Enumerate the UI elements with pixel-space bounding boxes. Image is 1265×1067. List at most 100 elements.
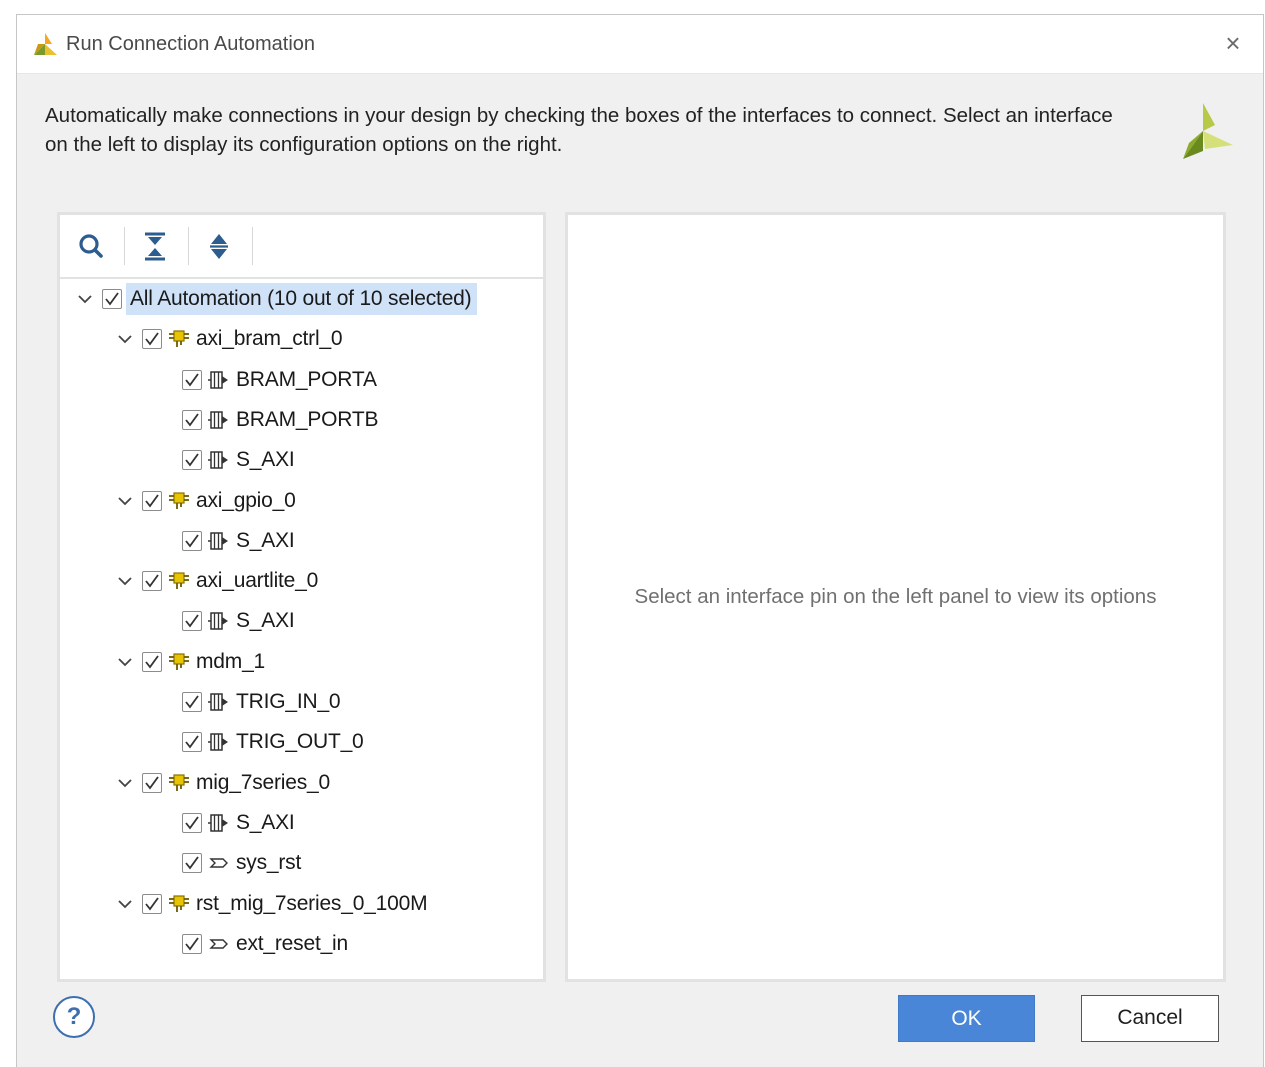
checkbox[interactable] <box>142 571 162 592</box>
tree-node-label: S_AXI <box>236 448 295 472</box>
ip-block-icon <box>169 653 189 670</box>
checkmark-icon <box>185 413 199 427</box>
tree-node-label: rst_mig_7series_0_100M <box>196 891 428 915</box>
tree-interface-node[interactable]: S_AXI <box>182 521 295 561</box>
checkmark-icon <box>185 856 199 870</box>
checkmark-icon <box>145 776 159 790</box>
tree-node-label: BRAM_PORTA <box>236 367 377 391</box>
checkbox[interactable] <box>182 530 202 551</box>
options-hint: Select an interface pin on the left pane… <box>634 585 1157 608</box>
checkmark-icon <box>145 493 159 507</box>
checkbox[interactable] <box>142 772 162 793</box>
tree-node-label: axi_bram_ctrl_0 <box>196 327 343 351</box>
chevron-down-icon[interactable] <box>76 290 94 308</box>
dialog-window: Run Connection Automation × Automaticall… <box>16 14 1264 1067</box>
interface-bus-icon <box>208 612 228 631</box>
chevron-down-icon[interactable] <box>116 572 134 590</box>
ip-block-icon <box>169 572 189 590</box>
checkbox[interactable] <box>182 611 202 632</box>
checkbox[interactable] <box>182 853 202 874</box>
interface-bus-icon <box>208 532 228 550</box>
xilinx-logo-icon <box>1183 103 1233 159</box>
tree-node-label: axi_gpio_0 <box>196 488 296 512</box>
tree-interface-node[interactable]: BRAM_PORTA <box>182 360 377 400</box>
tree-node-label: S_AXI <box>236 810 295 834</box>
checkmark-icon <box>185 735 199 749</box>
checkbox[interactable] <box>182 450 202 471</box>
tree-ip-node[interactable]: mdm_1 <box>116 642 265 682</box>
chevron-down-icon[interactable] <box>116 330 134 348</box>
collapse-all-icon[interactable] <box>138 229 172 263</box>
ok-button[interactable]: OK <box>898 995 1035 1042</box>
chevron-down-icon[interactable] <box>116 492 134 510</box>
tree-interface-node[interactable]: S_AXI <box>182 803 295 843</box>
checkmark-icon <box>145 574 159 588</box>
checkmark-icon <box>185 453 199 467</box>
interface-bus-icon <box>208 451 228 469</box>
interface-bus-icon <box>208 814 228 832</box>
tree-node-label: sys_rst <box>236 851 302 875</box>
checkmark-icon <box>185 816 199 830</box>
tree-node-label: TRIG_IN_0 <box>236 690 341 713</box>
tree-ip-node[interactable]: mig_7series_0 <box>116 763 330 803</box>
help-button[interactable]: ? <box>53 996 95 1038</box>
tree-ip-node[interactable]: axi_gpio_0 <box>116 481 296 521</box>
ip-block-icon <box>169 491 189 509</box>
toolbar-separator <box>124 227 125 265</box>
expand-all-icon[interactable] <box>202 229 236 263</box>
checkmark-icon <box>105 292 119 306</box>
window-title: Run Connection Automation <box>66 33 316 55</box>
automation-tree-panel: All Automation (10 out of 10 selected) a… <box>57 212 546 982</box>
tree-toolbar <box>60 215 543 279</box>
ip-block-icon <box>169 894 189 912</box>
chevron-down-icon[interactable] <box>116 895 134 913</box>
checkbox[interactable] <box>182 692 202 712</box>
checkbox[interactable] <box>182 409 202 430</box>
checkbox[interactable] <box>182 732 202 753</box>
checkbox[interactable] <box>142 651 162 672</box>
tree-node-label: mdm_1 <box>196 649 266 673</box>
ip-block-icon <box>169 330 189 348</box>
tree-interface-node[interactable]: sys_rst <box>182 843 301 883</box>
checkmark-icon <box>145 655 159 669</box>
title-bar[interactable]: Run Connection Automation × <box>17 15 1263 74</box>
tree-ip-node[interactable]: axi_bram_ctrl_0 <box>116 319 343 359</box>
chevron-down-icon[interactable] <box>116 653 134 671</box>
checkbox[interactable] <box>102 289 122 309</box>
toolbar-separator <box>188 227 189 265</box>
checkmark-icon <box>185 373 199 387</box>
cancel-button[interactable]: Cancel <box>1081 995 1219 1042</box>
tree-interface-node[interactable]: S_AXI <box>182 601 295 641</box>
description-text: Automatically make connections in your d… <box>45 104 1113 156</box>
close-button[interactable]: × <box>1217 27 1249 59</box>
tree-interface-node[interactable]: ext_reset_in <box>182 924 348 964</box>
checkmark-icon <box>185 614 199 628</box>
interface-bus-icon <box>208 411 228 429</box>
tree-node-label: ext_reset_in <box>236 931 349 955</box>
input-pin-icon <box>209 939 228 949</box>
tree-root[interactable]: All Automation (10 out of 10 selected) <box>76 279 478 319</box>
checkmark-icon <box>145 332 159 346</box>
tree-node-label: S_AXI <box>236 528 295 552</box>
ip-block-icon <box>169 773 189 791</box>
tree-interface-node[interactable]: S_AXI <box>182 440 295 480</box>
options-panel: Select an interface pin on the left pane… <box>565 212 1226 982</box>
tree-interface-node[interactable]: TRIG_IN_0 <box>182 682 341 722</box>
tree-interface-node[interactable]: BRAM_PORTB <box>182 400 379 440</box>
search-icon[interactable] <box>74 229 108 263</box>
checkbox[interactable] <box>182 933 202 954</box>
checkbox[interactable] <box>142 329 162 350</box>
tree-ip-node[interactable]: rst_mig_7series_0_100M <box>116 884 428 924</box>
interface-bus-icon <box>208 733 228 752</box>
interface-bus-icon <box>208 370 228 389</box>
checkmark-icon <box>185 937 199 951</box>
checkbox[interactable] <box>142 893 162 914</box>
input-pin-icon <box>209 858 228 868</box>
tree-interface-node[interactable]: TRIG_OUT_0 <box>182 722 364 762</box>
checkbox[interactable] <box>182 369 202 390</box>
tree-node-label: S_AXI <box>236 609 295 633</box>
tree-ip-node[interactable]: axi_uartlite_0 <box>116 561 318 601</box>
checkbox[interactable] <box>142 490 162 511</box>
chevron-down-icon[interactable] <box>116 774 134 792</box>
checkbox[interactable] <box>182 812 202 833</box>
